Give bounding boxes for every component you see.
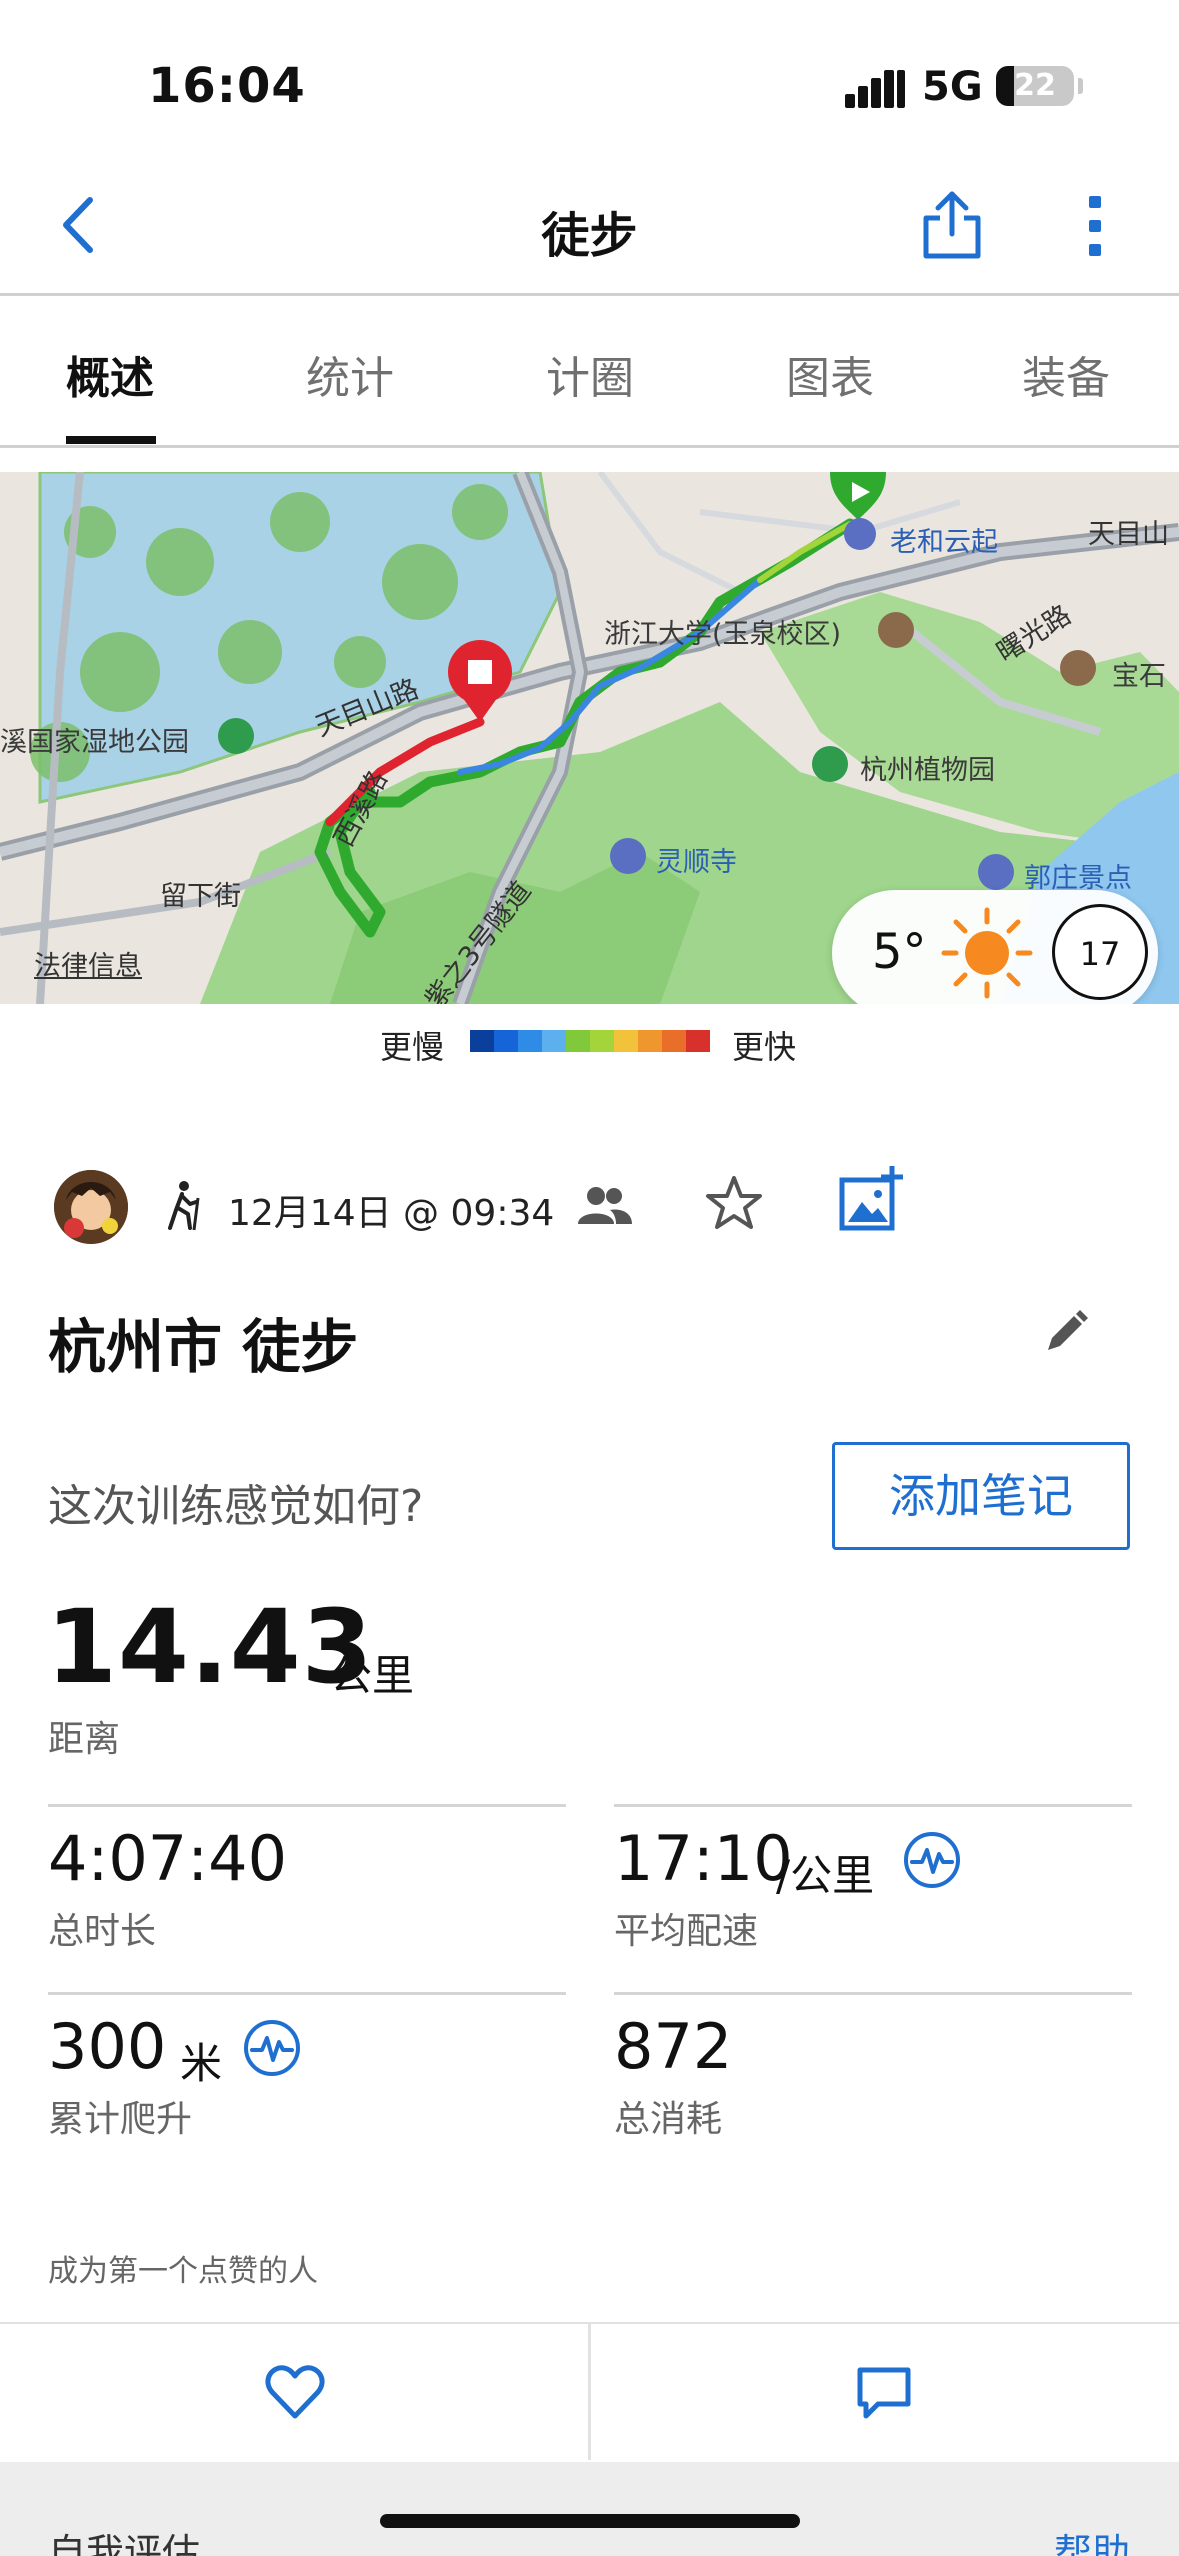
feel-question: 这次训练感觉如何? xyxy=(48,1481,424,1532)
pace-swatch-9 xyxy=(686,1030,710,1052)
distance-label: 距离 xyxy=(48,1719,121,1760)
tab-laps[interactable]: 计圈 xyxy=(546,342,634,406)
map-label-tianmushan-road-east: 天目山 xyxy=(1088,519,1169,550)
calories-label: 总消耗 xyxy=(614,2099,723,2140)
help-link[interactable]: 帮助 xyxy=(1054,2522,1130,2556)
legend-faster-label: 更快 xyxy=(732,1028,797,1066)
like-prompt: 成为第一个点赞的人 xyxy=(48,2254,318,2289)
pulse-chart-icon[interactable] xyxy=(902,1830,962,1890)
weather-badge: 5° 17 xyxy=(832,890,1158,1004)
tab-charts[interactable]: 图表 xyxy=(786,342,874,406)
tab-overview[interactable]: 概述 xyxy=(66,342,154,406)
pace-swatch-8 xyxy=(662,1030,686,1052)
tab-stats[interactable]: 统计 xyxy=(306,342,394,406)
distance-unit: 公里 xyxy=(330,1651,415,1700)
home-indicator xyxy=(380,2514,800,2528)
duration-value: 4:07:40 xyxy=(48,1822,288,1895)
activity-title: 杭州市 徒步 xyxy=(48,1313,359,1381)
pace-swatch-4 xyxy=(566,1030,590,1052)
network-type: 5G xyxy=(922,64,983,110)
route-map[interactable]: 天目山路 天目山 溪国家湿地公园 浙江大学(玉泉校区) 老和云起 曙光路 宝石 … xyxy=(0,472,1179,1004)
divider xyxy=(614,1992,1132,1995)
pace-swatch-2 xyxy=(518,1030,542,1052)
map-label-baoshi: 宝石 xyxy=(1112,661,1166,692)
battery-level: 22 xyxy=(1014,68,1056,103)
self-evaluation-section: 自我评估 帮助 xyxy=(0,2462,1179,2556)
pencil-icon[interactable] xyxy=(1040,1308,1090,1358)
divider xyxy=(48,1992,566,1995)
map-label-lingshun-temple: 灵顺寺 xyxy=(656,847,737,878)
page-title: 徒步 xyxy=(541,208,638,264)
map-label-zju: 浙江大学(玉泉校区) xyxy=(604,619,842,650)
activity-meta-row: 12月14日 @ 09:34 xyxy=(0,1150,1179,1260)
ascent-unit: 米 xyxy=(180,2039,223,2088)
people-icon[interactable] xyxy=(574,1180,634,1230)
pace-swatch-5 xyxy=(590,1030,614,1052)
active-tab-indicator xyxy=(66,436,156,444)
map-label-xixi-wetland: 溪国家湿地公园 xyxy=(0,727,189,758)
pace-swatch-3 xyxy=(542,1030,566,1052)
map-label-botanical-garden: 杭州植物园 xyxy=(860,755,995,786)
map-label-liuxia-street: 留下街 xyxy=(160,881,241,912)
weather-temperature: 5° xyxy=(872,924,927,980)
pace-swatch-7 xyxy=(638,1030,662,1052)
calories-value: 872 xyxy=(614,2010,733,2083)
comment-icon xyxy=(857,2367,911,2419)
hiking-icon xyxy=(168,1181,200,1231)
status-bar: 16:04 5G 22 xyxy=(0,0,1179,160)
star-icon[interactable] xyxy=(702,1172,766,1236)
duration-label: 总时长 xyxy=(48,1911,157,1952)
more-options-icon[interactable] xyxy=(1074,196,1116,260)
self-eval-label: 自我评估 xyxy=(48,2531,201,2556)
add-photo-icon[interactable] xyxy=(836,1164,906,1234)
signal-icon xyxy=(845,68,909,108)
ascent-label: 累计爬升 xyxy=(48,2099,193,2140)
avg-pace-label: 平均配速 xyxy=(614,1911,759,1952)
map-label-laohe-yunqi: 老和云起 xyxy=(890,527,998,558)
legend-slower-label: 更慢 xyxy=(380,1028,445,1066)
nav-bar: 徒步 xyxy=(0,160,1179,296)
divider xyxy=(48,1804,566,1807)
action-bar xyxy=(0,2322,1179,2460)
map-legal-info-link[interactable]: 法律信息 xyxy=(34,944,142,983)
tab-bar: 概述 统计 计圈 图表 装备 xyxy=(0,298,1179,448)
ascent-value: 300 xyxy=(48,2010,167,2083)
avg-pace-unit: /公里 xyxy=(776,1851,875,1900)
sun-icon xyxy=(941,907,1033,999)
heart-icon xyxy=(265,2365,325,2419)
activity-datetime: 12月14日 @ 09:34 xyxy=(228,1193,555,1234)
wind-speed: 17 xyxy=(1079,935,1121,973)
avg-pace-value: 17:10 xyxy=(614,1822,793,1895)
wind-indicator: 17 xyxy=(1052,904,1148,1000)
divider xyxy=(614,1804,1132,1807)
pulse-chart-icon[interactable] xyxy=(242,2018,302,2078)
pace-swatch-0 xyxy=(470,1030,494,1052)
pace-legend: 更慢 更快 xyxy=(0,1016,1179,1066)
distance-value: 14.43 xyxy=(46,1588,374,1707)
pace-swatch-6 xyxy=(614,1030,638,1052)
add-note-button[interactable]: 添加笔记 xyxy=(832,1442,1130,1550)
avatar[interactable] xyxy=(54,1170,128,1244)
battery-icon: 22 xyxy=(996,66,1074,106)
pace-swatch-1 xyxy=(494,1030,518,1052)
comment-button[interactable] xyxy=(591,2324,1179,2460)
pace-color-scale xyxy=(470,1030,710,1052)
battery-nub xyxy=(1078,78,1083,94)
share-icon[interactable] xyxy=(918,186,986,262)
like-button[interactable] xyxy=(0,2324,588,2460)
tab-gear[interactable]: 装备 xyxy=(1022,342,1110,406)
status-time: 16:04 xyxy=(148,58,306,114)
